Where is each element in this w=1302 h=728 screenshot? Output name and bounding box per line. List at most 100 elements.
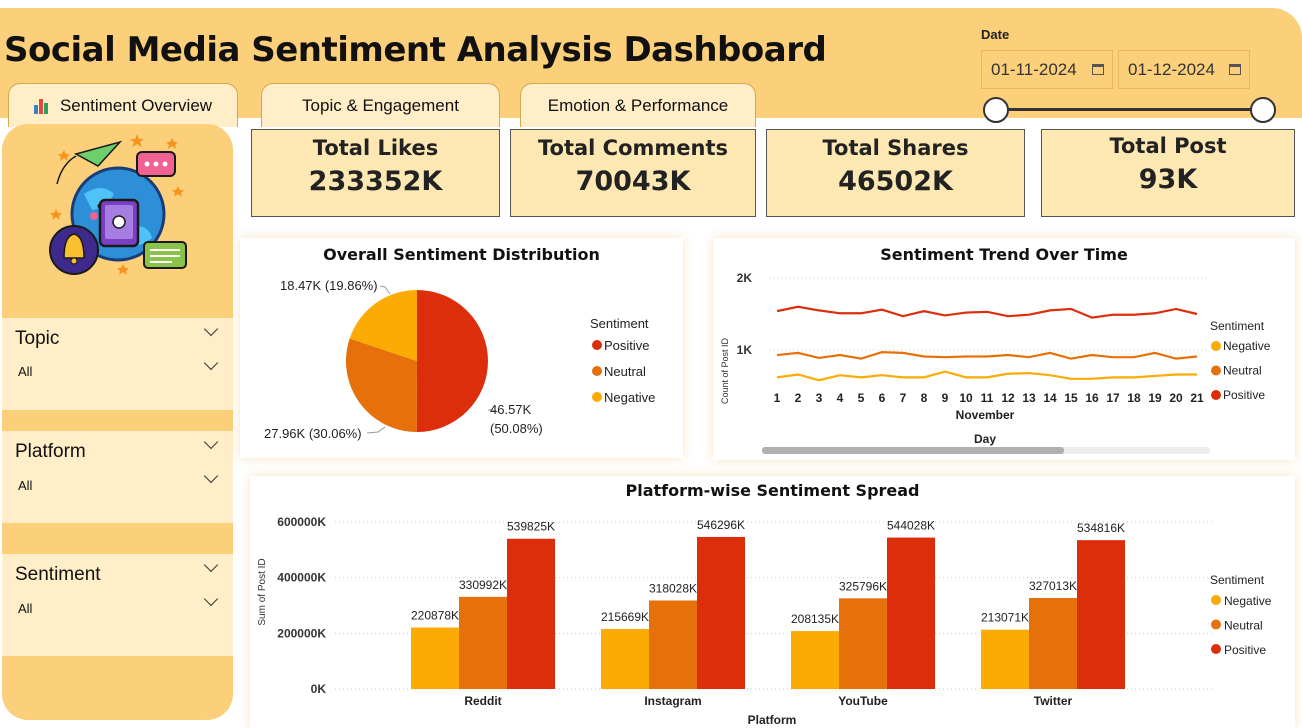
scrollbar-thumb[interactable]	[762, 447, 1064, 454]
x-tick-label: 20	[1169, 391, 1183, 405]
kpi-value: 70043K	[575, 166, 691, 197]
x-tick-label: 4	[837, 391, 844, 405]
tab-emotion-performance[interactable]: Emotion & Performance	[520, 83, 756, 127]
x-tick-label: 2	[795, 391, 802, 405]
calendar-icon[interactable]	[1229, 64, 1241, 75]
legend-label: Neutral	[1224, 619, 1263, 633]
topic-dropdown-value: All	[18, 364, 33, 379]
legend-title: Sentiment	[1210, 319, 1265, 333]
dashboard: Social Media Sentiment Analysis Dashboar…	[0, 0, 1302, 728]
x-tick-label: 21	[1190, 391, 1204, 405]
platform-dropdown[interactable]: All	[2, 468, 233, 499]
kpi-total-shares: Total Shares 46502K	[766, 129, 1025, 217]
x-tick-label: 10	[959, 391, 973, 405]
kpi-label: Total Comments	[537, 136, 728, 160]
y-tick-label: 400000K	[277, 571, 326, 585]
legend-marker	[1211, 390, 1221, 400]
x-axis-label: Day	[974, 432, 996, 446]
leader-line	[379, 285, 391, 295]
date-label: Date	[981, 27, 1010, 42]
sentiment-dropdown-value: All	[18, 601, 33, 616]
data-label: (50.08%)	[490, 421, 543, 436]
bar-data-label: 544028K	[887, 519, 935, 533]
legend-title: Sentiment	[1210, 573, 1265, 587]
horizontal-scrollbar[interactable]	[762, 447, 1210, 454]
legend-marker	[592, 366, 602, 376]
bar-data-label: 325796K	[839, 579, 887, 593]
date-start-value: 01-11-2024	[991, 59, 1077, 79]
chevron-down-icon[interactable]	[203, 468, 219, 484]
bar-data-label: 318028K	[649, 581, 697, 595]
bar-instagram-negative	[601, 628, 649, 689]
date-end-value: 01-12-2024	[1128, 59, 1215, 79]
bar-instagram-neutral	[649, 600, 697, 689]
social-media-globe-illustration	[49, 134, 187, 275]
trend-chart-panel: Sentiment Trend Over Time 1K 2K Count of P…	[713, 238, 1295, 460]
x-tick-label: 14	[1043, 391, 1057, 405]
bar-data-label: 330992K	[459, 578, 507, 592]
date-slider-end-handle[interactable]	[1250, 97, 1276, 123]
data-label: 18.47K (19.86%)	[280, 278, 378, 293]
bar-data-label: 534816K	[1077, 521, 1125, 535]
x-tick-label: 6	[879, 391, 886, 405]
calendar-icon[interactable]	[1092, 64, 1104, 75]
kpi-total-post: Total Post 93K	[1041, 129, 1295, 217]
bar-youtube-neutral	[839, 598, 887, 689]
chevron-down-icon[interactable]	[203, 434, 219, 450]
x-tick-label: YouTube	[838, 694, 888, 708]
bar-youtube-positive	[887, 537, 935, 689]
platform-dropdown-value: All	[18, 478, 33, 493]
data-label: 27.96K (30.06%)	[264, 426, 362, 441]
header-bar: Social Media Sentiment Analysis Dashboar…	[0, 8, 1302, 127]
date-start-input[interactable]: 01-11-2024	[981, 50, 1113, 89]
topic-dropdown[interactable]: All	[2, 355, 233, 386]
x-axis-sublabel: November	[956, 408, 1015, 422]
x-tick-label: 5	[858, 391, 865, 405]
pie-chart: 46.57K (50.08%) 27.96K (30.06%) 18.47K (19.…	[264, 278, 655, 441]
tab-topic-engagement[interactable]: Topic & Engagement	[261, 83, 500, 127]
kpi-total-likes: Total Likes 233352K	[251, 129, 500, 217]
filter-title-platform: Platform	[15, 441, 86, 462]
bar-youtube-negative	[791, 631, 839, 689]
series-line-positive	[776, 305, 1198, 319]
kpi-value: 46502K	[838, 166, 953, 197]
bar-data-label: 539825K	[507, 520, 555, 534]
date-range-slider[interactable]	[996, 108, 1264, 111]
x-tick-label: 12	[1001, 391, 1015, 405]
legend-title: Sentiment	[590, 316, 649, 331]
x-tick-label: 15	[1064, 391, 1078, 405]
y-tick-label: 200000K	[277, 626, 326, 640]
legend-marker	[1211, 595, 1221, 605]
kpi-total-comments: Total Comments 70043K	[510, 129, 756, 217]
bar-chart-panel: Platform-wise Sentiment Spread 0K 200000K…	[250, 476, 1295, 728]
legend-label: Negative	[1223, 339, 1271, 353]
bar-chart: 0K 200000K 400000K 600000K Sum of Post ID 220…	[257, 515, 1272, 727]
kpi-value: 93K	[1138, 164, 1198, 195]
bar-data-label: 220878K	[411, 609, 459, 623]
legend-marker	[592, 340, 602, 350]
tab-label: Emotion & Performance	[547, 95, 729, 115]
x-axis-label: Platform	[748, 713, 797, 727]
date-end-input[interactable]: 01-12-2024	[1118, 50, 1250, 89]
topic-filter: Topic All	[2, 318, 233, 410]
x-tick-label: 17	[1106, 391, 1120, 405]
legend-marker	[592, 392, 602, 402]
legend-label: Positive	[1224, 643, 1266, 657]
chevron-down-icon[interactable]	[203, 321, 219, 337]
y-tick-label: 0K	[311, 682, 327, 696]
x-tick-label: 13	[1022, 391, 1036, 405]
chevron-down-icon[interactable]	[203, 591, 219, 607]
tab-sentiment-overview[interactable]: Sentiment Overview	[8, 83, 238, 127]
bar-instagram-positive	[697, 536, 745, 689]
chevron-down-icon[interactable]	[203, 355, 219, 371]
tab-label: Topic & Engagement	[302, 95, 459, 115]
sentiment-dropdown[interactable]: All	[2, 591, 233, 622]
legend-label: Positive	[604, 338, 650, 353]
bar-data-label: 327013K	[1029, 579, 1077, 593]
x-tick-label: 11	[981, 391, 994, 405]
bar-reddit-neutral	[459, 596, 507, 689]
x-tick-label: 3	[816, 391, 823, 405]
chevron-down-icon[interactable]	[203, 557, 219, 573]
date-slider-start-handle[interactable]	[983, 97, 1009, 123]
bar-twitter-neutral	[1029, 597, 1077, 689]
